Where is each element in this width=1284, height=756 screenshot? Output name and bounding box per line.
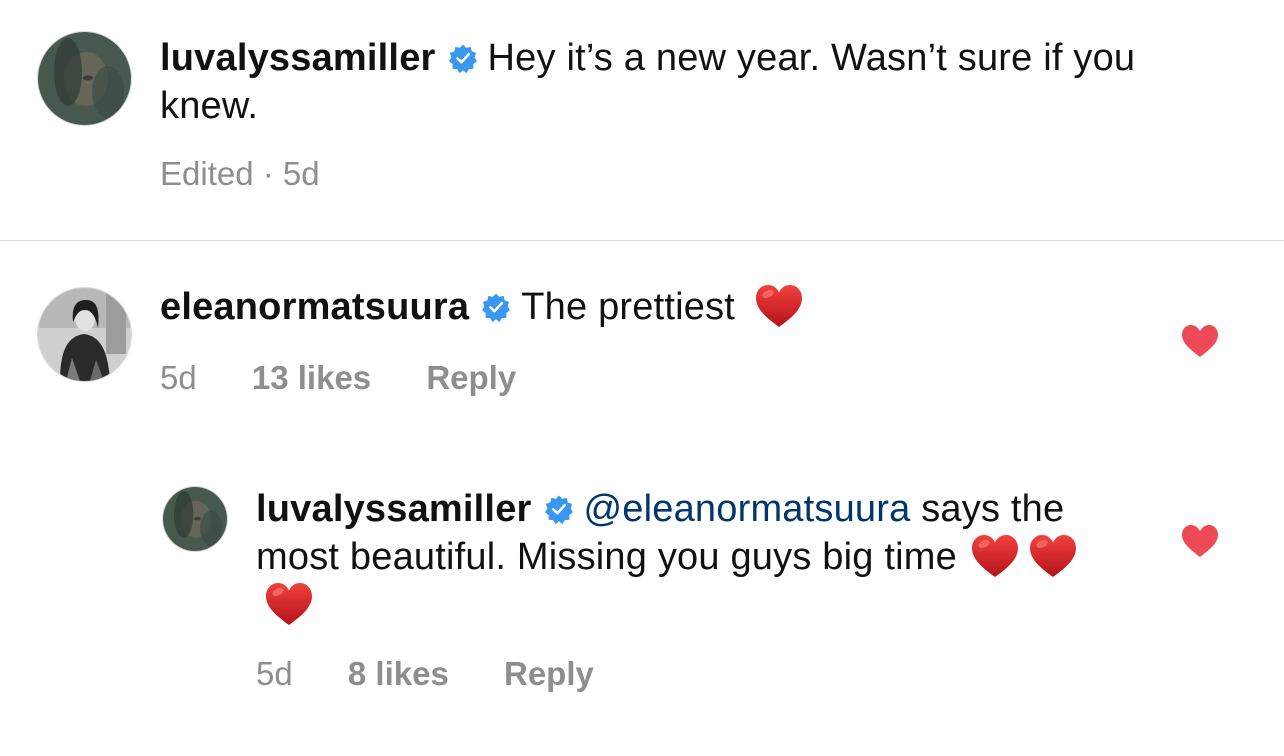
comment-username[interactable]: luvalyssamiller	[160, 37, 436, 79]
avatar[interactable]	[38, 288, 131, 381]
comment-body: The prettiest	[521, 286, 736, 328]
verified-badge-icon	[448, 43, 478, 73]
reply-text: luvalyssamiller @eleanormatsuura says the…	[256, 485, 1106, 629]
red-heart-emoji-icon	[754, 283, 804, 329]
comment-meta: 5d 13 likes Reply	[160, 359, 516, 397]
like-heart-icon[interactable]	[1181, 324, 1219, 358]
like-heart-icon[interactable]	[1181, 524, 1219, 558]
comment-username[interactable]: eleanormatsuura	[160, 286, 469, 328]
reply-username[interactable]: luvalyssamiller	[256, 488, 532, 530]
mention-link[interactable]: @eleanormatsuura	[584, 488, 911, 530]
comment-edited-time: Edited · 5d	[160, 155, 320, 192]
comment-text: eleanormatsuura The prettiest	[160, 283, 1060, 331]
reply-meta: 5d 8 likes Reply	[256, 655, 594, 693]
divider	[0, 240, 1284, 241]
comment-likes-count[interactable]: 13 likes	[252, 359, 371, 396]
red-heart-emoji-icon	[970, 533, 1020, 579]
avatar[interactable]	[38, 32, 131, 125]
reply-button[interactable]: Reply	[504, 655, 594, 692]
reply-time: 5d	[256, 655, 293, 692]
verified-badge-icon	[481, 292, 511, 322]
avatar[interactable]	[163, 487, 227, 551]
red-heart-emoji-icon	[1028, 533, 1078, 579]
verified-badge-icon	[544, 494, 574, 524]
comment-time: 5d	[160, 359, 197, 396]
reply-button[interactable]: Reply	[426, 359, 516, 396]
reply-likes-count[interactable]: 8 likes	[348, 655, 449, 692]
comment-meta: Edited · 5d	[160, 155, 320, 193]
red-heart-emoji-icon	[264, 581, 314, 627]
comment-text: luvalyssamiller Hey it’s a new year. Wasn…	[160, 34, 1170, 130]
